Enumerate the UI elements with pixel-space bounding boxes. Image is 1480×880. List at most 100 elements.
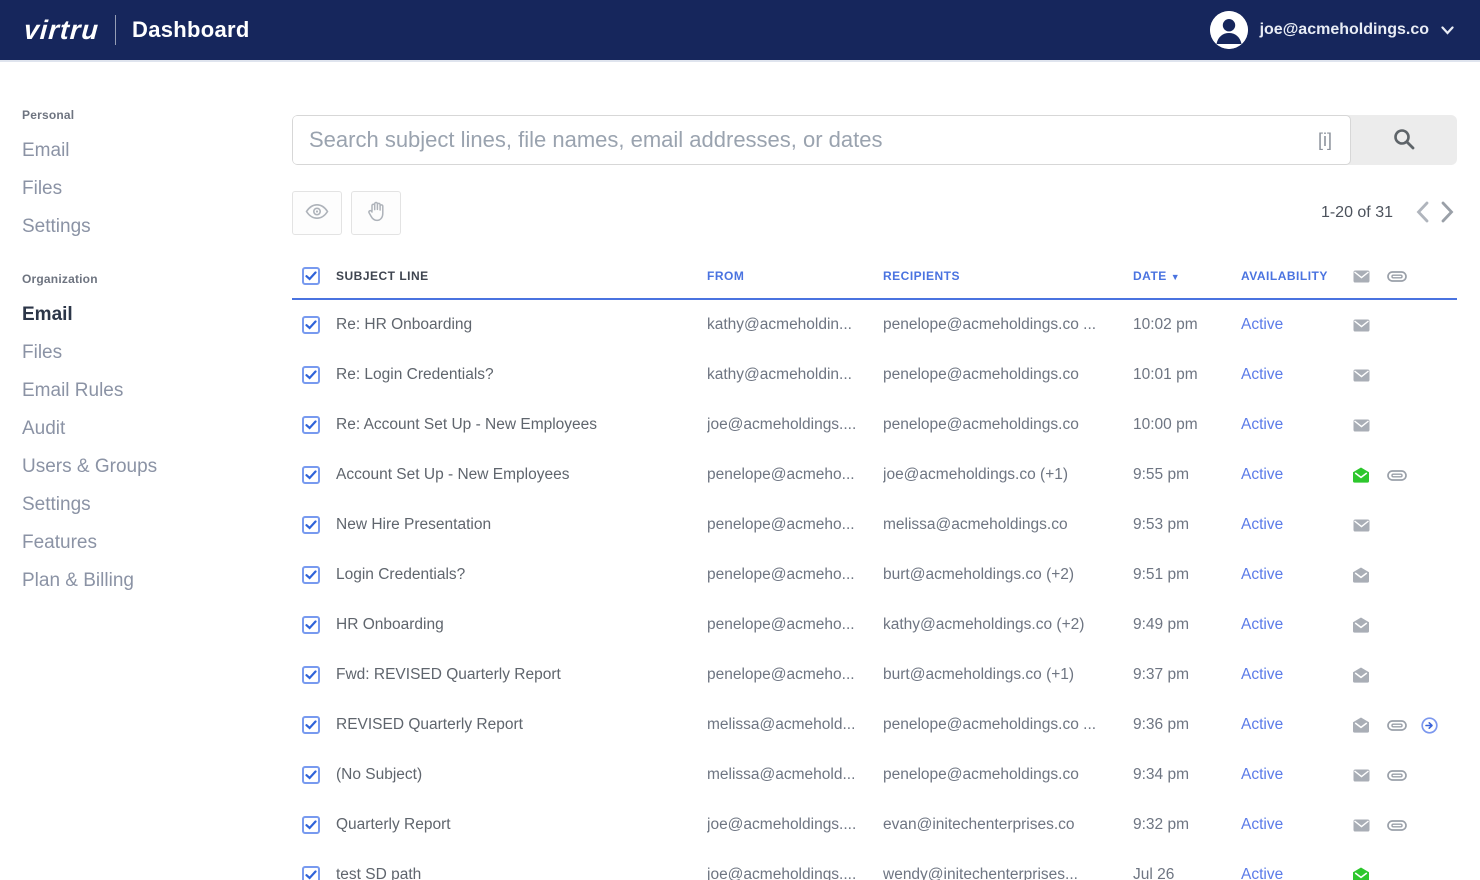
paperclip-icon	[1387, 720, 1421, 731]
availability-link[interactable]: Active	[1241, 816, 1353, 834]
sidebar-item-email[interactable]: Email	[22, 132, 282, 170]
table-row[interactable]: Quarterly Reportjoe@acmeholdings....evan…	[292, 800, 1457, 850]
availability-link[interactable]: Active	[1241, 516, 1353, 534]
availability-link[interactable]: Active	[1241, 716, 1353, 734]
availability-link[interactable]: Active	[1241, 566, 1353, 584]
from-cell: melissa@acmehold...	[707, 716, 883, 734]
envelope-open-icon	[1353, 717, 1387, 733]
row-checkbox[interactable]	[302, 516, 320, 534]
table-row[interactable]: Fwd: REVISED Quarterly Reportpenelope@ac…	[292, 650, 1457, 700]
column-header-icons	[1353, 270, 1457, 283]
virtru-logo: virtru	[23, 15, 100, 46]
sidebar-item-audit[interactable]: Audit	[22, 410, 282, 448]
date-cell: 10:00 pm	[1133, 416, 1241, 434]
availability-link[interactable]: Active	[1241, 616, 1353, 634]
row-checkbox[interactable]	[302, 466, 320, 484]
user-avatar-icon	[1210, 11, 1248, 49]
date-cell: 9:49 pm	[1133, 616, 1241, 634]
availability-link[interactable]: Active	[1241, 316, 1353, 334]
sidebar-item-settings[interactable]: Settings	[22, 486, 282, 524]
subject-cell: (No Subject)	[336, 766, 707, 784]
next-page-button[interactable]	[1438, 199, 1457, 228]
chevron-left-icon	[1415, 201, 1430, 226]
sidebar-section-personal: Personal EmailFilesSettings	[22, 108, 282, 246]
table-row[interactable]: Re: Login Credentials?kathy@acmeholdin..…	[292, 350, 1457, 400]
column-header-availability[interactable]: AVAILABILITY	[1241, 269, 1353, 283]
paperclip-icon	[1387, 271, 1421, 282]
from-cell: joe@acmeholdings....	[707, 816, 883, 834]
row-checkbox[interactable]	[302, 316, 320, 334]
page-title: Dashboard	[132, 17, 250, 43]
subject-cell: Re: Account Set Up - New Employees	[336, 416, 707, 434]
table-row[interactable]: test SD pathjoe@acmeholdings....wendy@in…	[292, 850, 1457, 880]
availability-link[interactable]: Active	[1241, 866, 1353, 880]
recipients-cell: burt@acmeholdings.co (+2)	[883, 566, 1133, 584]
column-header-from[interactable]: FROM	[707, 269, 883, 283]
from-cell: kathy@acmeholdin...	[707, 316, 883, 334]
table-row[interactable]: New Hire Presentationpenelope@acmeho...m…	[292, 500, 1457, 550]
availability-link[interactable]: Active	[1241, 766, 1353, 784]
table-row[interactable]: HR Onboardingpenelope@acmeho...kathy@acm…	[292, 600, 1457, 650]
envelope-open-green-icon	[1353, 467, 1387, 483]
sidebar-item-settings[interactable]: Settings	[22, 208, 282, 246]
availability-link[interactable]: Active	[1241, 366, 1353, 384]
row-icons	[1353, 369, 1457, 382]
sidebar-section-label: Personal	[22, 108, 282, 122]
forward-circle-icon[interactable]	[1421, 717, 1455, 734]
previous-page-button[interactable]	[1413, 199, 1432, 228]
recipients-cell: penelope@acmeholdings.co	[883, 366, 1133, 384]
row-icons	[1353, 819, 1457, 832]
table-toolbar: 1-20 of 31	[292, 190, 1457, 236]
search-input[interactable]	[293, 116, 1350, 164]
from-cell: kathy@acmeholdin...	[707, 366, 883, 384]
sidebar-item-features[interactable]: Features	[22, 524, 282, 562]
table-row[interactable]: (No Subject)melissa@acmehold...penelope@…	[292, 750, 1457, 800]
subject-cell: test SD path	[336, 866, 707, 880]
sidebar-item-email-rules[interactable]: Email Rules	[22, 372, 282, 410]
date-cell: 10:01 pm	[1133, 366, 1241, 384]
date-cell: 9:32 pm	[1133, 816, 1241, 834]
sidebar-item-email[interactable]: Email	[22, 296, 282, 334]
sidebar-item-files[interactable]: Files	[22, 170, 282, 208]
table-row[interactable]: Account Set Up - New Employeespenelope@a…	[292, 450, 1457, 500]
row-icons	[1353, 567, 1457, 583]
sidebar-item-plan-billing[interactable]: Plan & Billing	[22, 562, 282, 600]
revoke-button[interactable]	[351, 191, 401, 235]
subject-cell: REVISED Quarterly Report	[336, 716, 707, 734]
row-checkbox[interactable]	[302, 616, 320, 634]
recipients-cell: penelope@acmeholdings.co	[883, 766, 1133, 784]
envelope-closed-icon	[1353, 519, 1387, 532]
column-header-recipients[interactable]: RECIPIENTS	[883, 269, 1133, 283]
envelope-closed-icon	[1353, 270, 1387, 283]
sidebar-section-label: Organization	[22, 272, 282, 286]
subject-cell: Account Set Up - New Employees	[336, 466, 707, 484]
envelope-closed-icon	[1353, 769, 1387, 782]
column-header-date[interactable]: DATE▼	[1133, 269, 1241, 283]
account-menu[interactable]: joe@acmeholdings.co	[1210, 11, 1454, 49]
from-cell: penelope@acmeho...	[707, 666, 883, 684]
row-icons	[1353, 319, 1457, 332]
table-row[interactable]: Re: Account Set Up - New Employeesjoe@ac…	[292, 400, 1457, 450]
sidebar-item-users-groups[interactable]: Users & Groups	[22, 448, 282, 486]
row-checkbox[interactable]	[302, 866, 320, 880]
row-checkbox[interactable]	[302, 416, 320, 434]
sidebar-item-files[interactable]: Files	[22, 334, 282, 372]
table-row[interactable]: Re: HR Onboardingkathy@acmeholdin...pene…	[292, 300, 1457, 350]
table-row[interactable]: Login Credentials?penelope@acmeho...burt…	[292, 550, 1457, 600]
availability-link[interactable]: Active	[1241, 416, 1353, 434]
envelope-open-green-icon	[1353, 867, 1387, 880]
row-checkbox[interactable]	[302, 566, 320, 584]
envelope-closed-icon	[1353, 419, 1387, 432]
row-checkbox[interactable]	[302, 766, 320, 784]
select-all-checkbox[interactable]	[302, 267, 320, 285]
row-checkbox[interactable]	[302, 366, 320, 384]
availability-link[interactable]: Active	[1241, 666, 1353, 684]
table-row[interactable]: REVISED Quarterly Reportmelissa@acmehold…	[292, 700, 1457, 750]
search-button[interactable]	[1351, 115, 1457, 165]
availability-link[interactable]: Active	[1241, 466, 1353, 484]
row-checkbox[interactable]	[302, 816, 320, 834]
reveal-button[interactable]	[292, 191, 342, 235]
main-content: [i] 1-20 of 31	[292, 62, 1480, 880]
row-checkbox[interactable]	[302, 716, 320, 734]
row-checkbox[interactable]	[302, 666, 320, 684]
